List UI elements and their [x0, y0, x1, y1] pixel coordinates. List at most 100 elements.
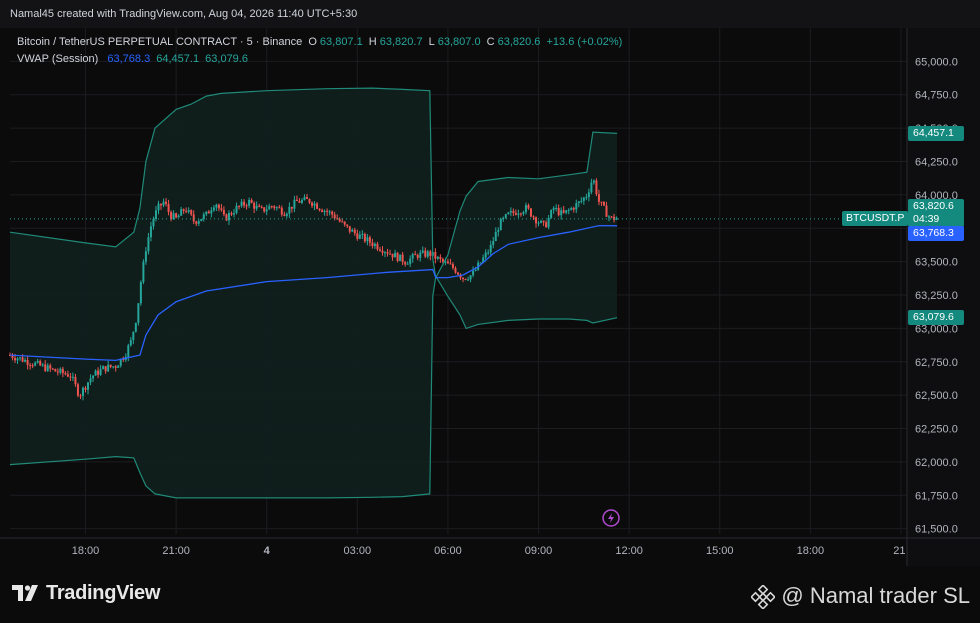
candle-body: [87, 382, 90, 390]
candle-body: [187, 210, 190, 212]
candle-body: [295, 199, 298, 201]
candle-body: [74, 376, 77, 385]
lower-band-tag: 63,079.6: [908, 310, 964, 326]
candle-body: [517, 213, 520, 215]
candle-body: [59, 368, 62, 373]
candle-body: [210, 210, 213, 214]
candle-body: [51, 368, 54, 370]
tradingview-logo-text: TradingView: [46, 582, 161, 604]
candle-body: [97, 370, 100, 375]
candle-body: [185, 210, 188, 212]
x-tick-label: 4: [264, 545, 271, 557]
x-tick-label: 12:00: [615, 545, 643, 557]
candle-body: [222, 210, 225, 215]
candle-body: [318, 208, 321, 211]
candle-body: [205, 211, 208, 215]
candle-body: [64, 373, 67, 375]
symbol-tag: BTCUSDT.P: [842, 211, 909, 227]
candle-body: [507, 212, 510, 215]
x-tick-label: 18:00: [72, 545, 100, 557]
candle-body: [280, 207, 283, 215]
candle-body: [462, 277, 465, 279]
candle-body: [34, 362, 37, 366]
candle-body: [464, 278, 467, 280]
candle-body: [139, 282, 142, 304]
candle-body: [587, 192, 590, 198]
candle-body: [540, 220, 543, 223]
candle-body: [366, 237, 369, 242]
top-bar: Namal45 created with TradingView.com, Au…: [0, 0, 980, 28]
symbol-title[interactable]: Bitcoin / TetherUS PERPETUAL CONTRACT · …: [17, 36, 302, 48]
price-chart[interactable]: 61,500.0 61,750.0 62,000.0 62,250.0 62,500.0…: [0, 28, 980, 566]
y-tick-label: 63,000.0: [915, 323, 958, 335]
candle-body: [524, 205, 527, 213]
candle-body: [283, 214, 286, 216]
y-tick-label: 61,500.0: [915, 524, 958, 536]
candle-body: [615, 217, 618, 220]
candle-body: [248, 199, 251, 206]
candle-body: [555, 207, 558, 209]
candle-body: [401, 254, 404, 263]
candle-body: [499, 218, 502, 231]
candle-body: [328, 211, 331, 213]
candle-body: [190, 210, 193, 215]
candle-body: [514, 212, 517, 215]
vwap-legend[interactable]: VWAP (Session) 63,768.3 64,457.1 63,079.…: [17, 53, 251, 65]
candle-body: [260, 206, 263, 208]
vwap-label: VWAP (Session): [17, 53, 99, 65]
candle-body: [240, 201, 243, 207]
y-tick-label: 62,500.0: [915, 390, 958, 402]
candle-body: [316, 203, 319, 209]
candle-body: [411, 254, 414, 259]
candle-body: [356, 233, 359, 239]
candle-body: [245, 205, 248, 207]
candle-body: [29, 364, 32, 366]
candle-body: [346, 224, 349, 227]
candle-body: [389, 253, 392, 255]
price-tag-value: 63,820.6: [913, 200, 954, 213]
tradingview-logo[interactable]: TradingView: [12, 582, 160, 605]
candle-body: [504, 214, 507, 218]
candle-body: [202, 214, 205, 220]
y-tick-label: 62,250.0: [915, 424, 958, 436]
candle-body: [560, 210, 563, 216]
candle-body: [235, 205, 238, 214]
candle-body: [112, 366, 115, 368]
y-tick-label: 63,250.0: [915, 290, 958, 302]
candle-body: [469, 275, 472, 280]
candle-body: [212, 207, 215, 211]
price-tag: 63,820.6 04:39: [908, 199, 964, 228]
candle-body: [84, 387, 87, 390]
open-label: O: [308, 36, 317, 48]
candle-body: [545, 222, 548, 228]
lower-band-value: 63,079.6: [205, 53, 248, 65]
candle-body: [585, 197, 588, 199]
candle-body: [348, 226, 351, 232]
candle-body: [331, 211, 334, 215]
candle-body: [238, 205, 241, 207]
candle-body: [69, 376, 72, 378]
candle-body: [313, 203, 316, 206]
candle-body: [129, 339, 132, 346]
candle-body: [134, 322, 137, 332]
candle-body: [592, 180, 595, 183]
candle-body: [326, 210, 329, 212]
candle-body: [94, 370, 97, 376]
author-watermark: @ Namal trader SL: [751, 583, 970, 610]
candle-body: [532, 216, 535, 218]
candle-body: [610, 216, 613, 218]
candle-body: [570, 208, 573, 210]
candle-body: [107, 364, 110, 372]
candle-body: [542, 220, 545, 223]
candle-body: [71, 376, 74, 378]
candle-body: [439, 256, 442, 259]
candle-body: [396, 252, 399, 262]
candle-body: [144, 251, 147, 262]
candle-body: [441, 258, 444, 262]
candle-body: [270, 206, 273, 208]
candle-body: [300, 199, 303, 203]
candle-body: [14, 358, 17, 361]
x-tick-label: 18:00: [797, 545, 825, 557]
candle-body: [114, 366, 117, 368]
candle-body: [421, 250, 424, 253]
